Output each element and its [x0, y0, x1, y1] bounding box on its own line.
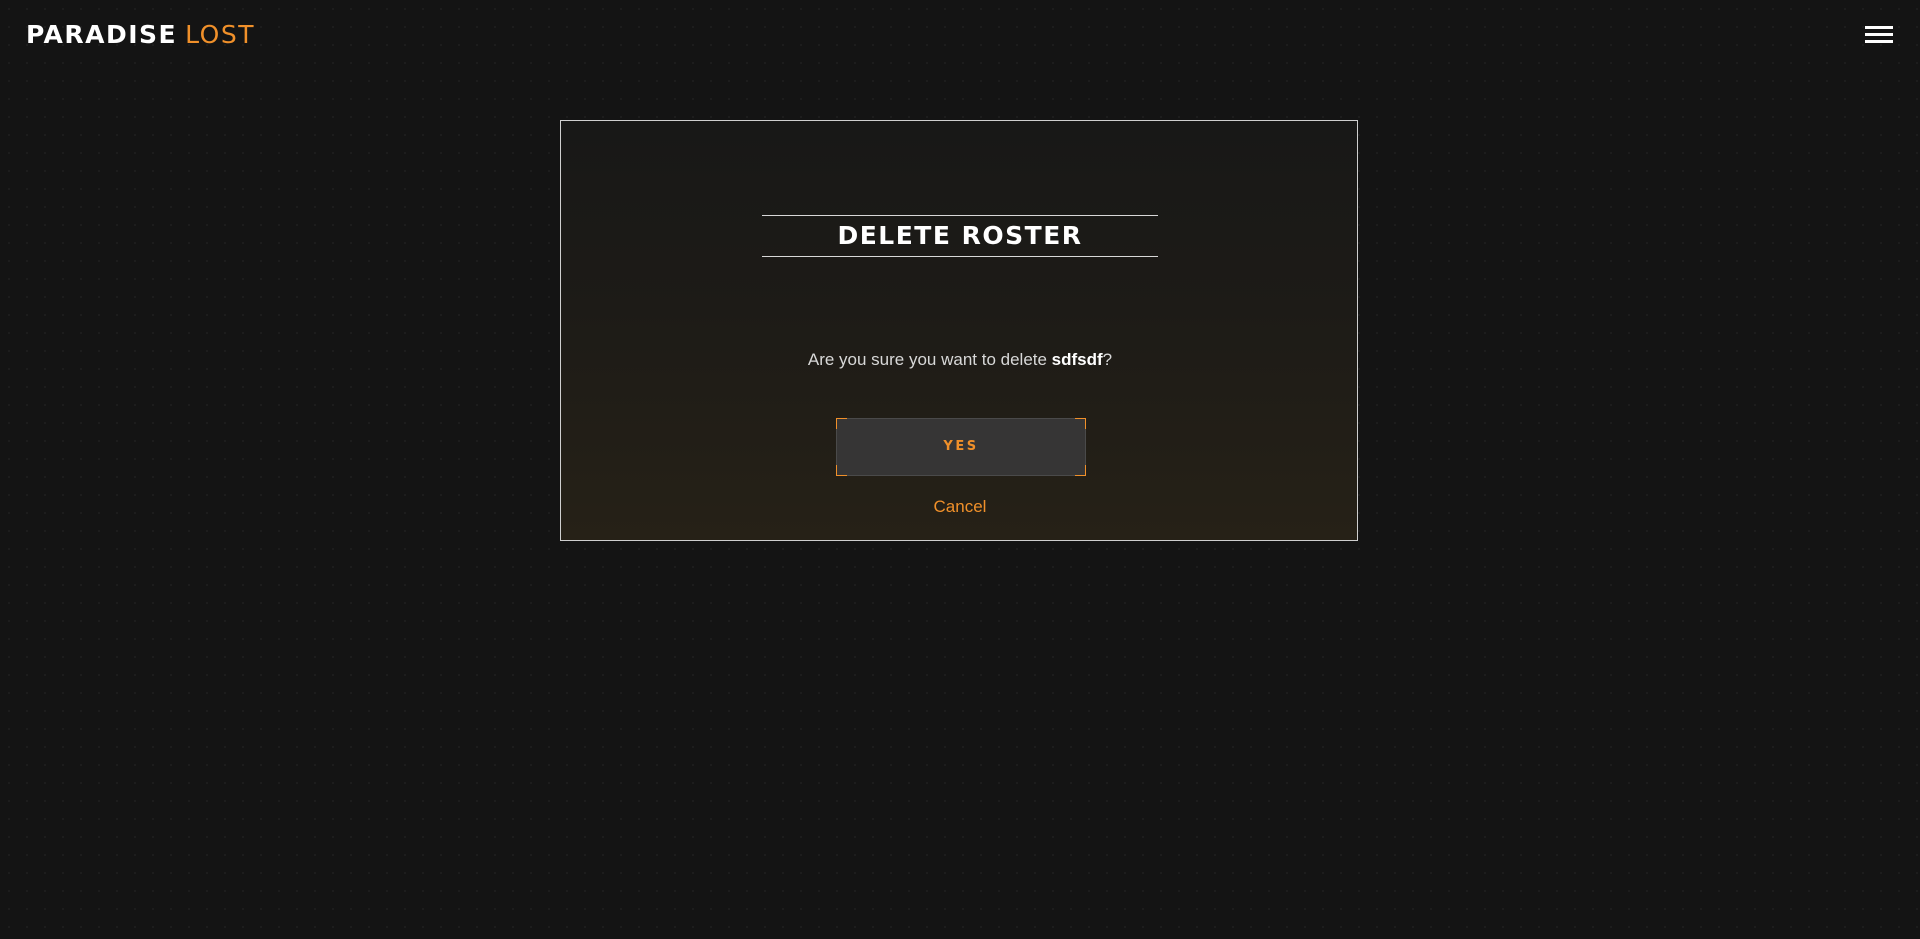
dialog-title: DELETE ROSTER [837, 221, 1083, 250]
corner-accent [1075, 418, 1086, 429]
logo-word-paradise: PARADISE [26, 20, 178, 49]
dialog-title-frame: DELETE ROSTER [762, 215, 1158, 257]
roster-name: sdfsdf [1051, 350, 1103, 369]
app-logo[interactable]: PARADISE LOST [26, 19, 255, 51]
logo-word-lost: LOST [185, 20, 255, 49]
menu-line [1865, 33, 1893, 36]
confirm-message-prefix: Are you sure you want to delete [807, 350, 1052, 369]
corner-accent [836, 465, 847, 476]
menu-line [1865, 40, 1893, 43]
yes-button-label: YES [943, 439, 979, 454]
confirm-message: Are you sure you want to delete sdfsdf? [561, 350, 1359, 370]
corner-accent [1075, 465, 1086, 476]
corner-accent [836, 418, 847, 429]
menu-line [1865, 26, 1893, 29]
cancel-link[interactable]: Cancel [910, 497, 1010, 517]
hamburger-menu-icon[interactable] [1865, 24, 1893, 46]
delete-roster-dialog: DELETE ROSTER Are you sure you want to d… [560, 120, 1358, 541]
confirm-message-suffix: ? [1102, 350, 1113, 369]
top-bar: PARADISE LOST [0, 0, 1920, 70]
yes-button[interactable]: YES [836, 418, 1086, 476]
